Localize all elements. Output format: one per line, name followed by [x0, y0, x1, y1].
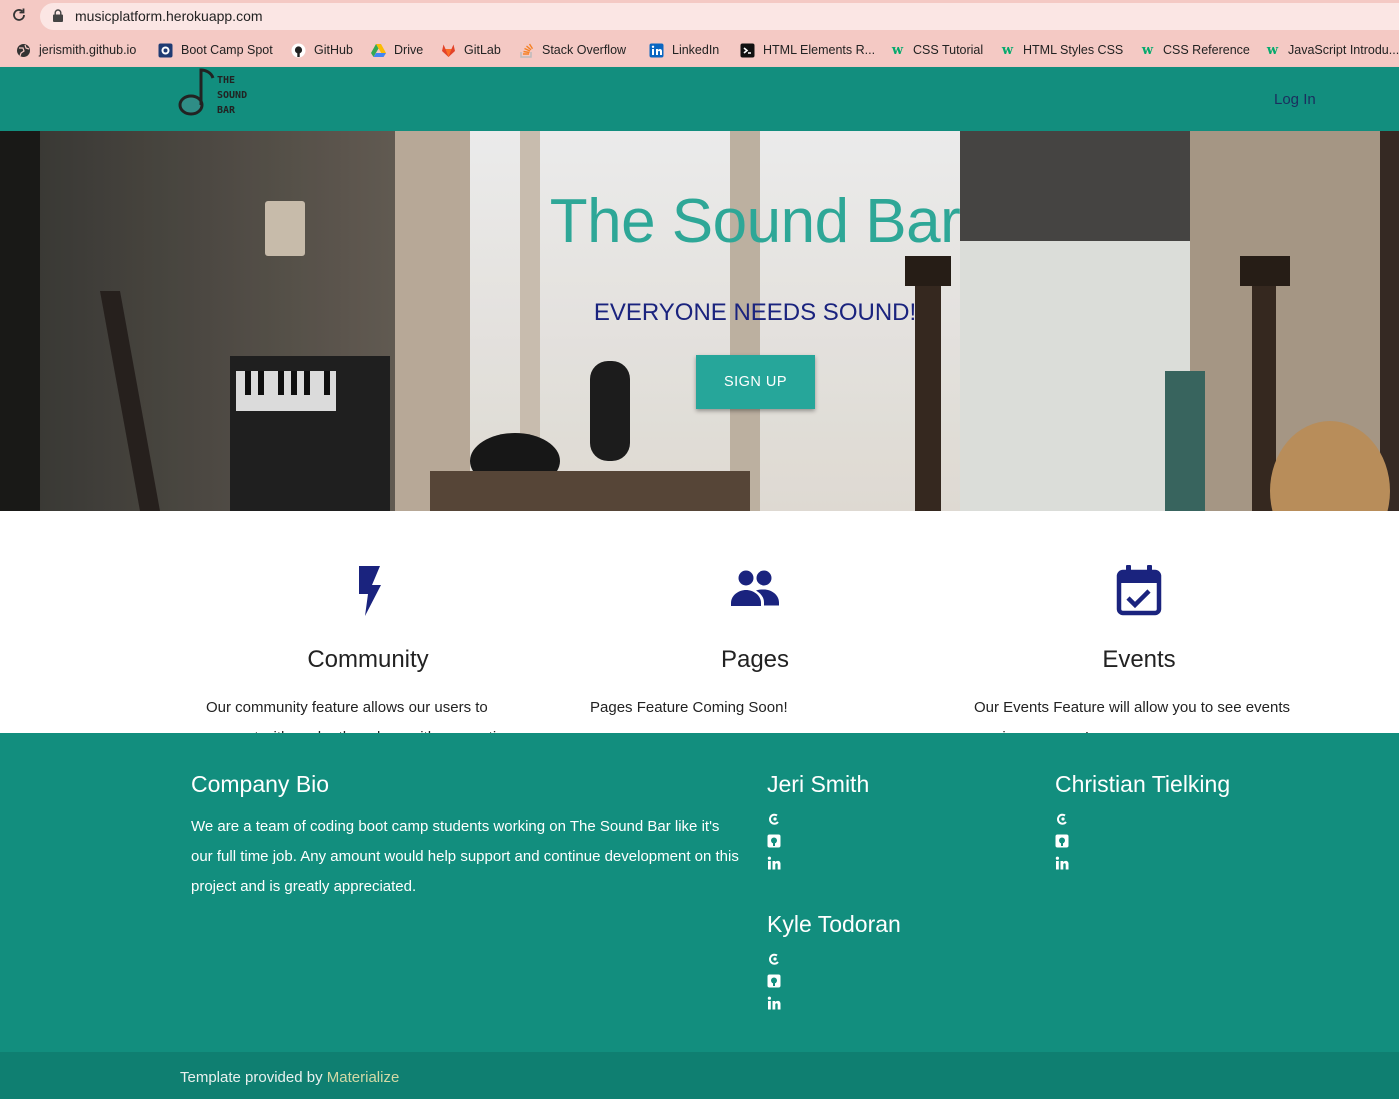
bookmark-label: GitLab: [464, 43, 501, 57]
feature-description: Our Events Feature will allow you to see…: [974, 699, 1290, 733]
feature-title: Pages: [720, 646, 790, 673]
bookmark-html-elements[interactable]: HTML Elements R...: [740, 41, 875, 59]
bookmark-drive[interactable]: Drive: [371, 41, 423, 59]
team-member: Kyle Todoran: [767, 911, 901, 1018]
w3schools-icon: w: [891, 42, 904, 58]
hero-title: The Sound Bar: [549, 187, 961, 256]
company-bio-title: Company Bio: [191, 771, 330, 797]
bookmark-label: GitHub: [314, 43, 353, 57]
w3schools-icon: w: [1141, 42, 1154, 58]
bookmark-javascript[interactable]: w JavaScript Introdu...: [1265, 41, 1399, 59]
company-bio-text: We are a team of coding boot camp studen…: [191, 818, 739, 895]
bookmark-bootcamp[interactable]: Boot Camp Spot: [158, 41, 273, 59]
login-link[interactable]: Log In: [1274, 91, 1316, 108]
bootcamp-icon: [158, 43, 173, 58]
github-icon[interactable]: [767, 834, 781, 848]
lock-icon[interactable]: [52, 9, 64, 22]
site-footer: Company Bio We are a team of coding boot…: [0, 733, 1399, 1052]
member-name: Kyle Todoran: [767, 911, 901, 937]
logo-text-line: THE: [217, 75, 235, 86]
browser-address-bar: musicplatform.herokuapp.com: [0, 0, 1399, 33]
calendar-check-icon: [1116, 565, 1162, 616]
feature-title: Community: [307, 646, 429, 673]
bookmark-css-reference[interactable]: w CSS Reference: [1140, 41, 1250, 59]
w3schools-icon: w: [1266, 42, 1279, 58]
site-navbar: THE SOUND BAR Log In: [0, 67, 1399, 131]
stackoverflow-icon: [519, 43, 534, 58]
people-icon: [731, 570, 779, 606]
globe-icon: [16, 43, 31, 58]
bookmarks-bar: jerismith.github.io Boot Camp Spot GitHu…: [0, 33, 1399, 67]
bookmark-html-styles[interactable]: w HTML Styles CSS: [1000, 41, 1123, 59]
member-name: Christian Tielking: [1055, 771, 1231, 797]
url-text[interactable]: musicplatform.herokuapp.com: [75, 8, 263, 24]
mailchimp-icon[interactable]: [767, 952, 781, 966]
team-member: Jeri Smith: [767, 771, 869, 878]
hero-section: The Sound Bar EVERYONE NEEDS SOUND! SIGN…: [0, 131, 1399, 511]
bookmark-label: HTML Elements R...: [763, 43, 876, 57]
reload-icon[interactable]: [10, 6, 28, 24]
materialize-link[interactable]: Materialize: [327, 1069, 400, 1086]
member-name: Jeri Smith: [767, 771, 870, 797]
feature-description: Pages Feature Coming Soon!: [590, 699, 788, 716]
credit-prefix: Template provided by: [180, 1069, 323, 1086]
gitlab-icon: [441, 43, 456, 58]
hero-subtitle: EVERYONE NEEDS SOUND!: [593, 299, 917, 326]
lightning-bolt-icon: [359, 566, 381, 616]
github-icon[interactable]: [767, 974, 781, 988]
logo-text-line: BAR: [217, 105, 236, 116]
mailchimp-icon[interactable]: [1055, 812, 1069, 826]
linkedin-icon[interactable]: [1055, 856, 1069, 870]
feature-description: Our community feature allows our users t…: [206, 699, 513, 733]
bookmark-css-tutorial[interactable]: w CSS Tutorial: [890, 41, 983, 59]
devdocs-icon: [740, 43, 755, 58]
signup-button[interactable]: SIGN UP: [696, 355, 815, 409]
mailchimp-icon[interactable]: [767, 812, 781, 826]
bookmark-label: HTML Styles CSS: [1023, 43, 1124, 57]
team-member: Christian Tielking: [1055, 771, 1230, 878]
bookmark-label: LinkedIn: [672, 43, 720, 57]
linkedin-icon: [649, 43, 664, 58]
bookmark-label: jerismith.github.io: [39, 43, 137, 57]
bookmark-label: Drive: [394, 43, 424, 57]
features-section: Community Our community feature allows o…: [0, 511, 1399, 733]
bookmark-label: CSS Reference: [1163, 43, 1250, 57]
github-icon[interactable]: [1055, 834, 1069, 848]
feature-title: Events: [1102, 646, 1176, 673]
bookmark-stackoverflow[interactable]: Stack Overflow: [519, 41, 626, 59]
bookmark-jerismith[interactable]: jerismith.github.io: [16, 41, 136, 59]
bookmark-label: JavaScript Introdu...: [1288, 43, 1399, 57]
bookmark-label: Stack Overflow: [542, 43, 627, 57]
linkedin-icon[interactable]: [767, 996, 781, 1010]
logo-text-line: SOUND: [217, 90, 247, 101]
template-credit: Template provided by Materialize: [180, 1069, 399, 1086]
drive-icon: [371, 43, 386, 58]
footer-copyright-bar: Template provided by Materialize: [0, 1052, 1399, 1099]
bookmark-gitlab[interactable]: GitLab: [441, 41, 501, 59]
bookmark-github[interactable]: GitHub: [291, 41, 353, 59]
bookmark-label: Boot Camp Spot: [181, 43, 273, 57]
bookmark-linkedin[interactable]: LinkedIn: [649, 41, 719, 59]
linkedin-icon[interactable]: [767, 856, 781, 870]
github-icon: [291, 43, 306, 58]
sound-bar-logo[interactable]: THE SOUND BAR: [178, 67, 262, 119]
w3schools-icon: w: [1001, 42, 1014, 58]
bookmark-label: CSS Tutorial: [913, 43, 984, 57]
